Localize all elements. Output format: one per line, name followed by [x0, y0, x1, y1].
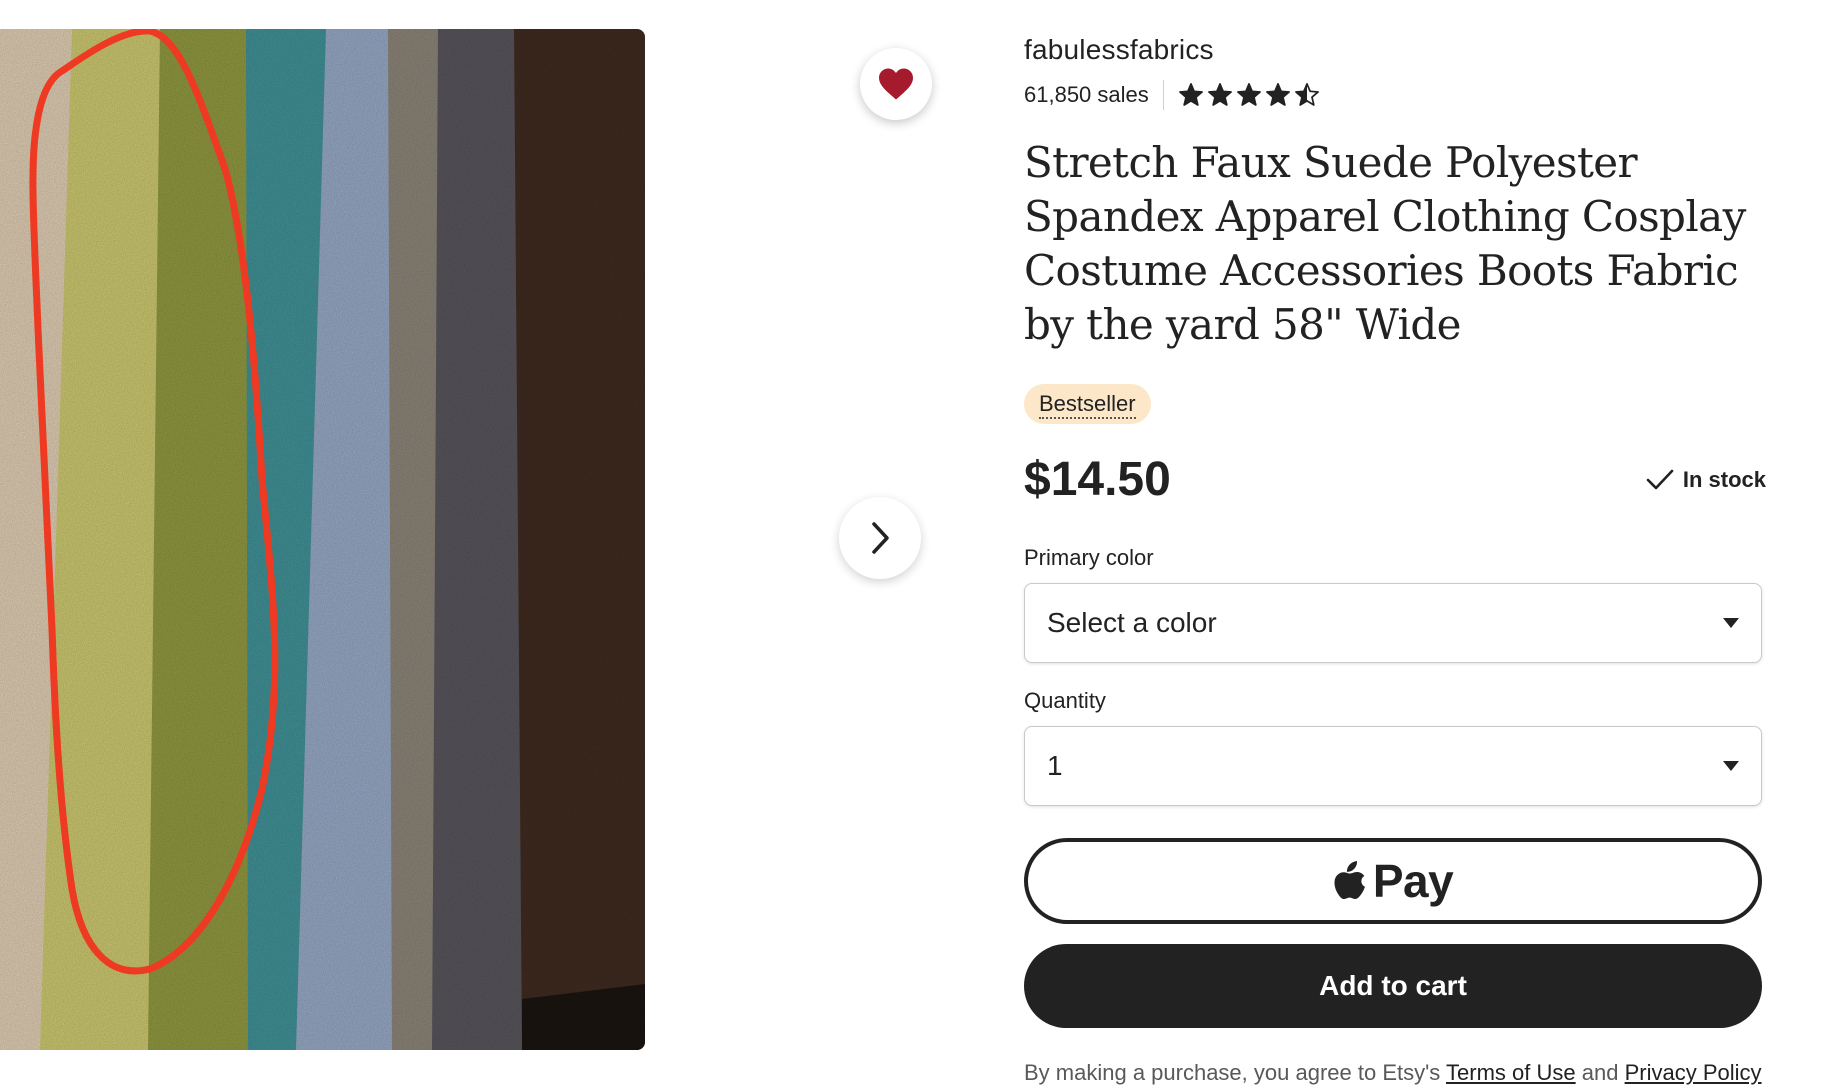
divider	[1162, 80, 1164, 110]
stock-status: In stock	[1645, 467, 1766, 493]
primary-color-label: Primary color	[1024, 545, 1154, 570]
privacy-policy-link[interactable]: Privacy Policy	[1625, 1060, 1762, 1085]
apple-logo-icon	[1334, 861, 1365, 899]
quantity-label: Quantity	[1024, 688, 1106, 713]
heart-icon	[879, 68, 913, 100]
star-full-icon	[1207, 83, 1232, 106]
shop-meta: 61,850 sales	[1024, 80, 1320, 110]
terms-of-use-link[interactable]: Terms of Use	[1446, 1060, 1576, 1085]
star-full-icon	[1178, 83, 1203, 106]
listing-title: Stretch Faux Suede Polyester Spandex App…	[1024, 138, 1746, 349]
caret-down-icon	[1723, 618, 1739, 628]
stock-label: In stock	[1682, 467, 1766, 492]
apple-pay-button[interactable]: Pay	[1024, 838, 1762, 924]
legal-and: and	[1581, 1060, 1619, 1085]
star-full-icon	[1265, 83, 1290, 106]
shop-name-link[interactable]: fabulessfabrics	[1024, 34, 1214, 66]
star-half-icon	[1294, 83, 1319, 106]
legal-prefix: By making a purchase, you agree to Etsy'…	[1024, 1060, 1441, 1085]
quantity-select[interactable]: 1	[1024, 726, 1762, 806]
product-image	[0, 29, 645, 1050]
primary-color-select[interactable]: Select a color	[1024, 583, 1762, 663]
chevron-right-icon	[872, 522, 889, 554]
apple-pay-label: Pay	[1372, 855, 1454, 907]
caret-down-icon	[1723, 761, 1739, 771]
purchase-legal-text: By making a purchase, you agree to Etsy'…	[1024, 1058, 1764, 1088]
badge-label: Bestseller	[1039, 391, 1136, 419]
bestseller-badge[interactable]: Bestseller	[1024, 384, 1151, 424]
favorite-button[interactable]	[860, 48, 932, 120]
next-image-button[interactable]	[839, 497, 921, 579]
star-rating[interactable]	[1178, 82, 1320, 108]
add-to-cart-button[interactable]: Add to cart	[1024, 944, 1762, 1028]
checkmark-icon	[1646, 469, 1674, 490]
sales-count: 61,850 sales	[1024, 82, 1149, 107]
quantity-value: 1	[1047, 750, 1063, 781]
primary-color-value: Select a color	[1047, 607, 1217, 638]
star-full-icon	[1236, 83, 1261, 106]
price: $14.50	[1024, 453, 1171, 506]
